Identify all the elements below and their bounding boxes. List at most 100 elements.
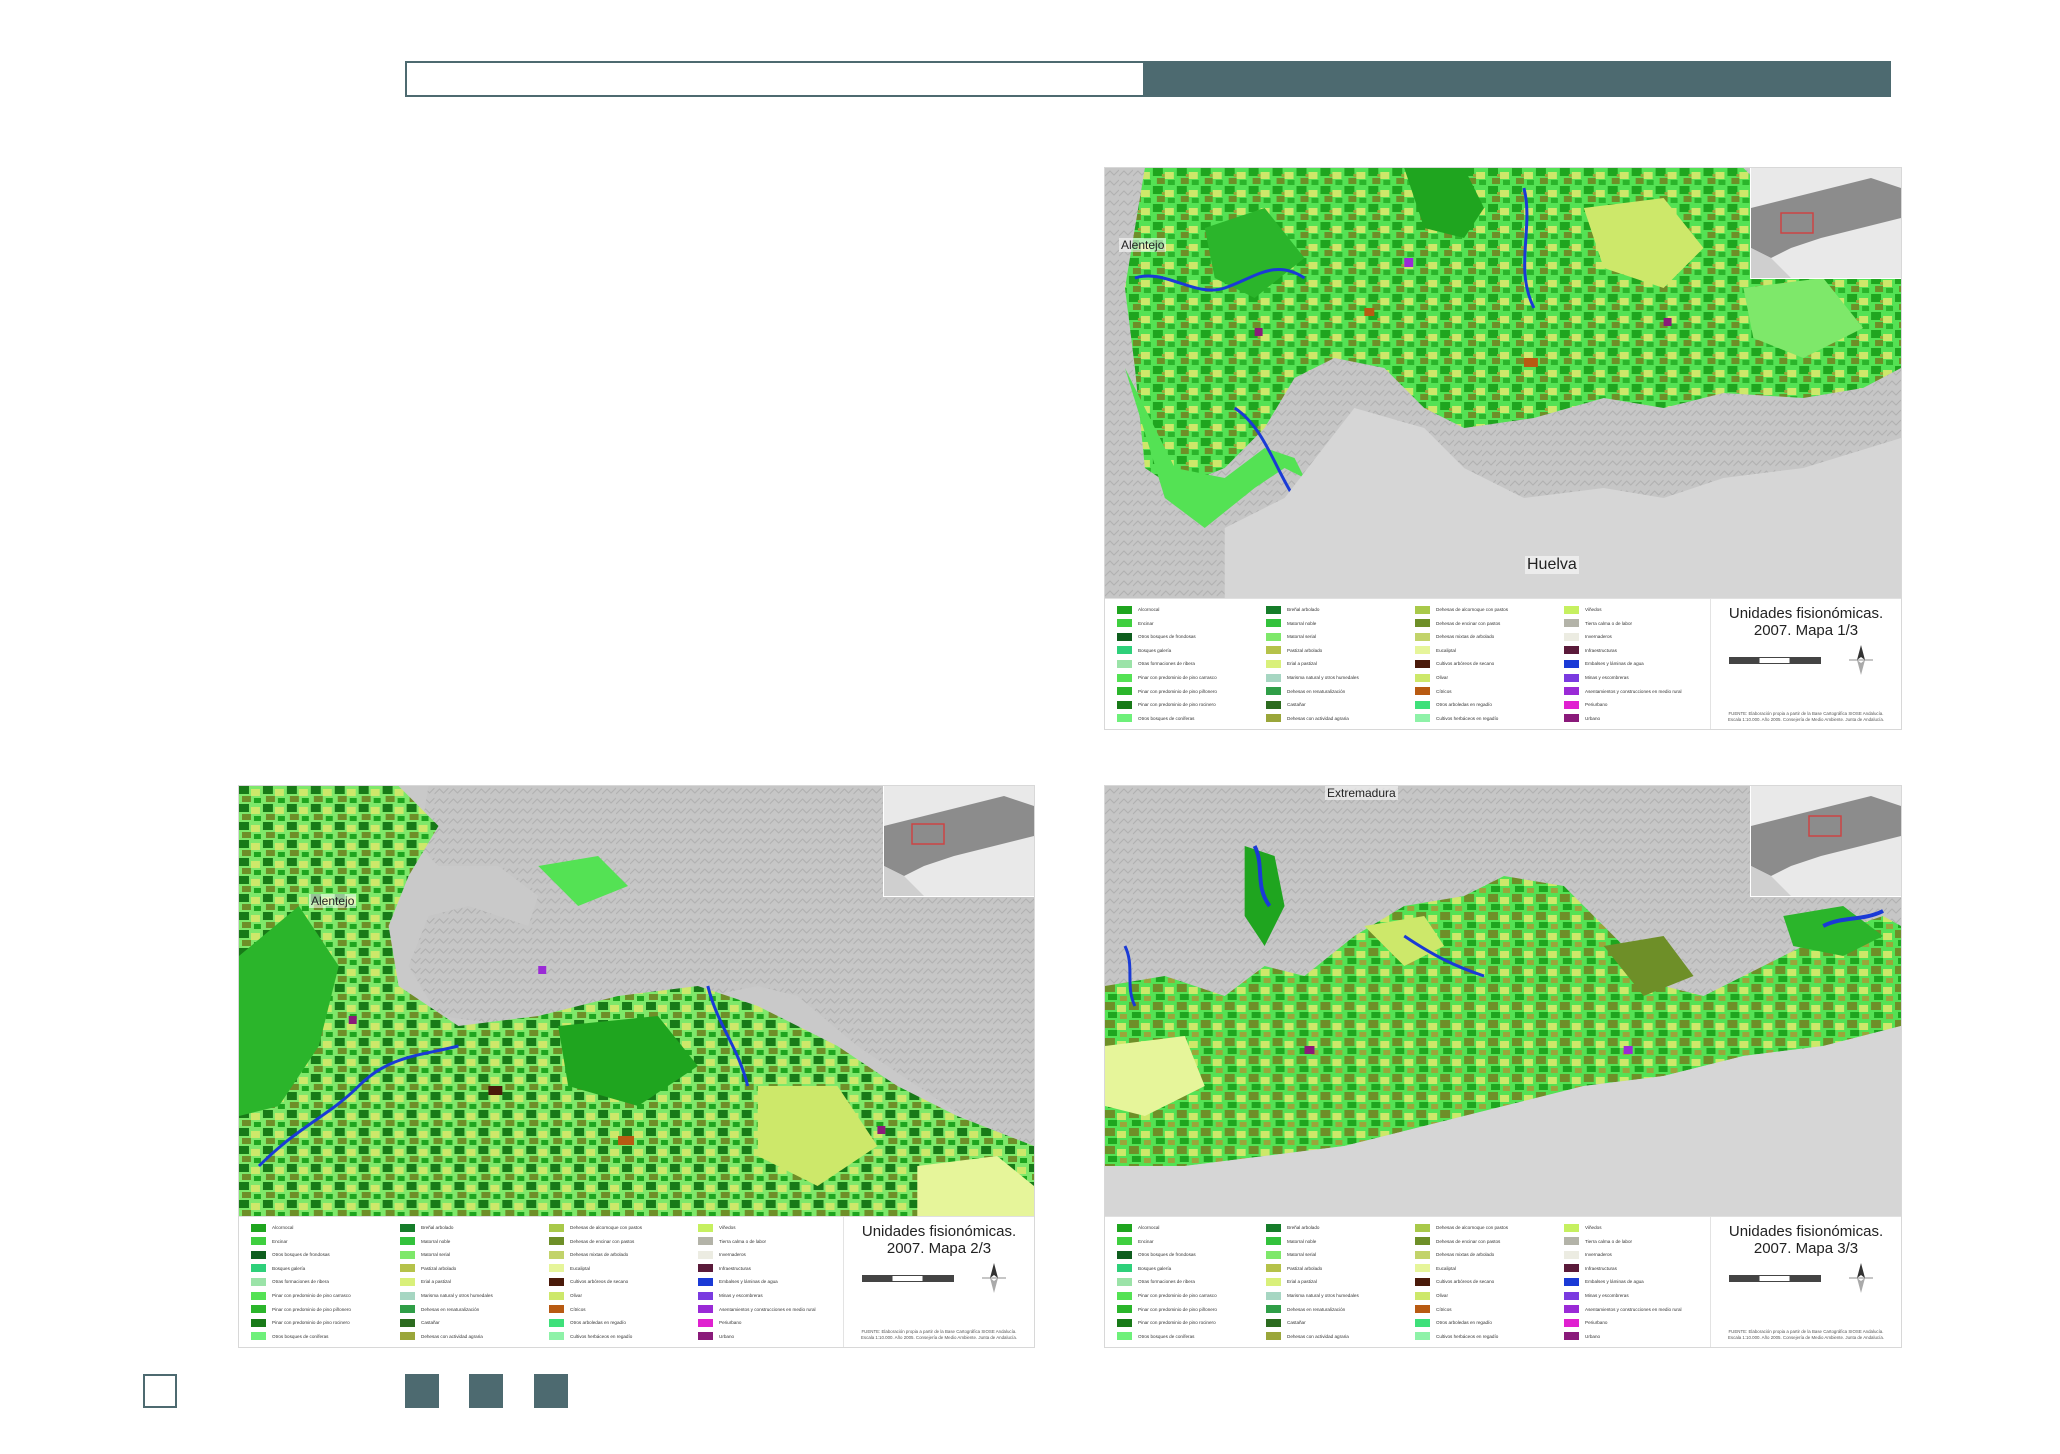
legend-item: Matorral serial — [400, 1248, 543, 1262]
legend-swatch — [1564, 1237, 1579, 1246]
legend-label: Periurbano — [1585, 702, 1608, 708]
legend-item: Pastizal arbolado — [1266, 644, 1409, 658]
legend-item: Matorral noble — [1266, 1235, 1409, 1249]
legend-swatch — [400, 1318, 415, 1327]
legend-swatch — [1564, 687, 1579, 696]
legend-swatch — [1415, 700, 1430, 709]
legend-swatch — [1266, 646, 1281, 655]
legend-label: Breñal arbolado — [421, 1225, 454, 1231]
legend-swatch — [1266, 687, 1281, 696]
legend-swatch — [251, 1277, 266, 1286]
map-title-line2: 2007. Mapa 3/3 — [1753, 1240, 1859, 1257]
page-marker — [143, 1374, 177, 1408]
legend-label: Embalses y láminas de agua — [1585, 1279, 1644, 1285]
legend-item: Viñedos — [1564, 1221, 1707, 1235]
legend-label: Matorral noble — [1287, 620, 1317, 626]
legend-label: Invernaderos — [719, 1252, 746, 1258]
legend-swatch — [549, 1318, 564, 1327]
legend-swatch — [1415, 605, 1430, 614]
legend-item: Dehesas en renaturalización — [1266, 684, 1409, 698]
legend-label: Encinar — [1138, 1238, 1154, 1244]
legend-item: Otros bosques de coníferas — [1117, 711, 1260, 725]
legend-swatch — [549, 1223, 564, 1232]
legend-item: Infraestructuras — [1564, 644, 1707, 658]
legend-label: Infraestructuras — [1585, 1265, 1617, 1271]
legend-label: Pinar con predominio de pino carrasco — [1138, 675, 1217, 681]
legend-item: Viñedos — [698, 1221, 841, 1235]
legend-swatch — [1117, 1318, 1132, 1327]
legend-label: Dehesas de encinar con pastos — [570, 1238, 635, 1244]
legend-title-box: Unidades fisionómicas. 2007. Mapa 3/3 FU… — [1710, 1217, 1901, 1347]
legend-label: Eucaliptal — [570, 1265, 590, 1271]
legend-swatch — [1415, 1277, 1430, 1286]
header-bar — [405, 61, 1891, 97]
legend-label: Embalses y láminas de agua — [1585, 661, 1644, 667]
legend-items: Alcornocal Encinar Otros bosques de frondo… — [1117, 1221, 1707, 1343]
legend-swatch — [1415, 714, 1430, 723]
legend-item: Bosques galería — [1117, 1262, 1260, 1276]
legend-label: Erial a pastizal — [1287, 1279, 1317, 1285]
header-bar-fill — [1143, 63, 1889, 95]
legend-swatch — [1266, 619, 1281, 628]
legend-item: Otras formaciones de ribera — [1117, 657, 1260, 671]
legend-swatch — [549, 1305, 564, 1314]
legend-item: Eucaliptal — [549, 1262, 692, 1276]
legend-swatch — [400, 1305, 415, 1314]
legend-swatch — [251, 1305, 266, 1314]
legend-swatch — [549, 1277, 564, 1286]
legend-swatch — [1117, 646, 1132, 655]
legend-label: Otros bosques de coníferas — [272, 1333, 329, 1339]
legend-item: Cultivos arbóreos de secano — [549, 1275, 692, 1289]
legend-item: Dehesas en renaturalización — [400, 1302, 543, 1316]
legend-item: Eucaliptal — [1415, 1262, 1558, 1276]
legend-item: Castañar — [1266, 1316, 1409, 1330]
legend-item: Cultivos arbóreos de secano — [1415, 1275, 1558, 1289]
legend-swatch — [251, 1250, 266, 1259]
legend-item: Invernaderos — [1564, 1248, 1707, 1262]
legend-swatch — [1266, 1318, 1281, 1327]
legend-label: Matorral noble — [421, 1238, 451, 1244]
legend-item: Breñal arbolado — [400, 1221, 543, 1235]
legend-item: Bosques galería — [251, 1262, 394, 1276]
legend-label: Urbano — [1585, 715, 1601, 721]
legend-swatch — [1117, 673, 1132, 682]
scale-bar — [862, 1275, 954, 1282]
place-label: Alentejo — [1119, 238, 1167, 252]
legend-swatch — [698, 1223, 713, 1232]
scale-bar — [1729, 657, 1821, 664]
legend-swatch — [549, 1291, 564, 1300]
legend-label: Infraestructuras — [1585, 647, 1617, 653]
legend-swatch — [1415, 632, 1430, 641]
map-title-line1: Unidades fisionómicas. — [861, 1223, 1017, 1240]
legend-label: Bosques galería — [272, 1265, 306, 1271]
legend-item: Minas y escombreras — [1564, 671, 1707, 685]
legend-item: Cítricos — [1415, 684, 1558, 698]
legend-title-box: Unidades fisionómicas. 2007. Mapa 2/3 FU… — [843, 1217, 1034, 1347]
legend-item: Encinar — [1117, 617, 1260, 631]
legend-swatch — [698, 1305, 713, 1314]
legend-item: Pinar con predominio de pino carrasco — [1117, 1289, 1260, 1303]
legend-label: Olivar — [1436, 1293, 1448, 1299]
legend-swatch — [1415, 1332, 1430, 1341]
legend-label: Otros bosques de frondosas — [272, 1252, 330, 1258]
legend-swatch — [1117, 619, 1132, 628]
legend-label: Asentamientos y construcciones en medio … — [1585, 688, 1682, 694]
legend-swatch — [1266, 673, 1281, 682]
legend-label: Otros arboledas en regadío — [1436, 702, 1492, 708]
legend-swatch — [1117, 605, 1132, 614]
legend-swatch — [698, 1277, 713, 1286]
legend-item: Dehesas mixtas de arbolado — [1415, 1248, 1558, 1262]
legend-label: Periurbano — [719, 1320, 742, 1326]
legend-item: Periurbano — [1564, 698, 1707, 712]
legend-label: Pinar con predominio de pino carrasco — [272, 1293, 351, 1299]
legend-swatch — [698, 1237, 713, 1246]
legend-item: Encinar — [1117, 1235, 1260, 1249]
legend-item: Pastizal arbolado — [400, 1262, 543, 1276]
legend-item: Pinar con predominio de pino rocinero — [251, 1316, 394, 1330]
map-panel-3: Extremadura Alcornocal Encinar Otros bosqu… — [1104, 785, 1902, 1348]
legend-item: Asentamientos y construcciones en medio … — [698, 1302, 841, 1316]
legend-label: Dehesas en renaturalización — [421, 1306, 480, 1312]
legend-item: Pinar con predominio de pino rocinero — [1117, 1316, 1260, 1330]
legend-label: Castañar — [1287, 702, 1306, 708]
legend-item: Erial a pastizal — [1266, 1275, 1409, 1289]
